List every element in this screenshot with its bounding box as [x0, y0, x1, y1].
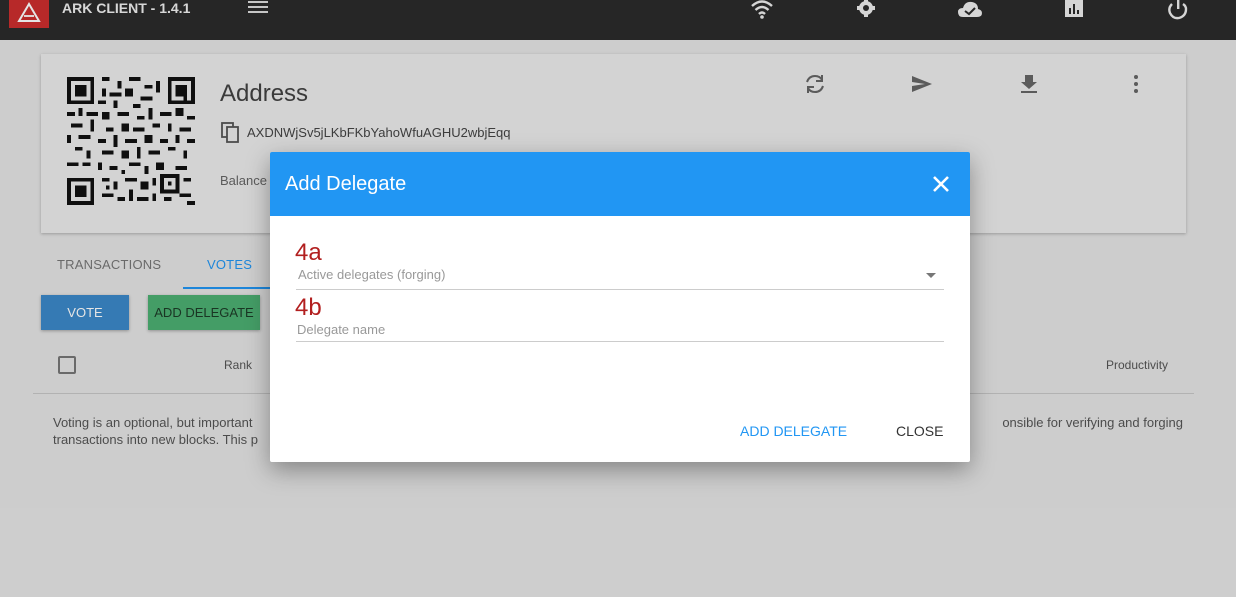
dialog-title: Add Delegate — [285, 173, 407, 195]
select-placeholder: Active delegates (forging) — [298, 267, 446, 282]
dialog-close-button[interactable]: CLOSE — [896, 423, 943, 439]
delegate-name-input[interactable] — [296, 318, 944, 342]
active-delegates-select[interactable]: Active delegates (forging) — [296, 262, 944, 290]
caret-down-icon — [926, 273, 936, 278]
dialog-add-delegate-button[interactable]: ADD DELEGATE — [740, 423, 847, 439]
add-delegate-dialog: Add Delegate 4a Active delegates (forgin… — [270, 152, 970, 462]
dialog-header: Add Delegate — [270, 152, 970, 216]
close-icon[interactable] — [932, 175, 950, 193]
